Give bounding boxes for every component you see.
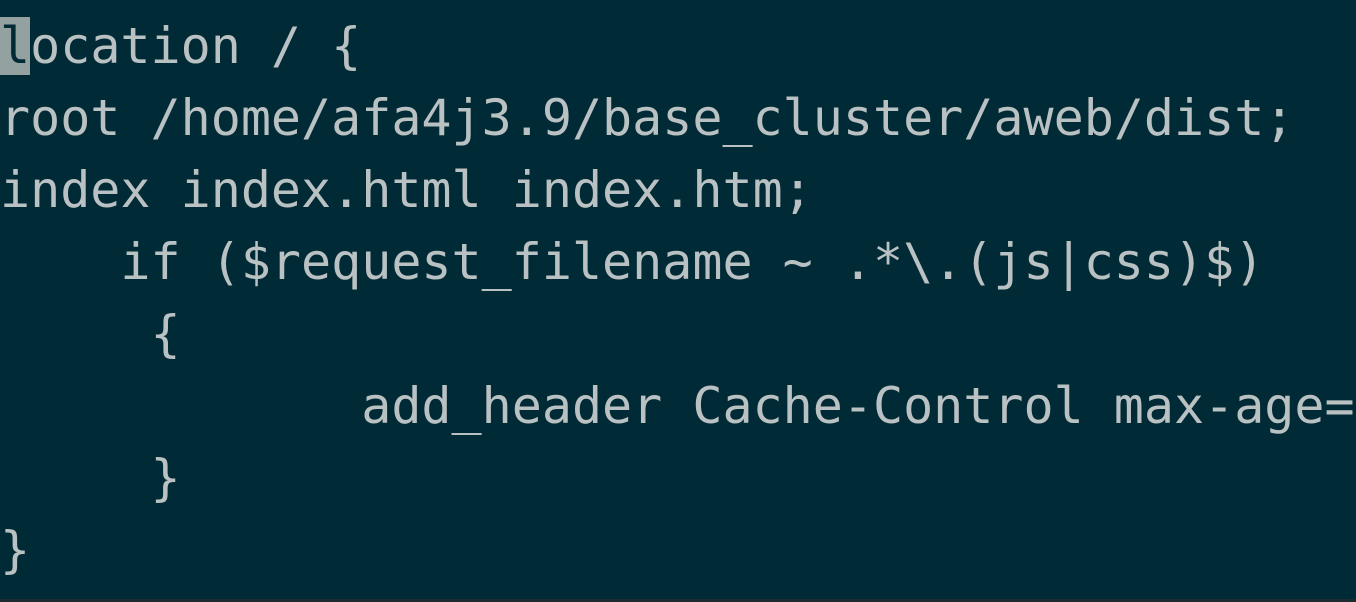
code-line: {	[0, 305, 181, 363]
code-line: index index.html index.htm;	[0, 161, 813, 219]
text-cursor: l	[0, 17, 31, 75]
code-text: ocation / {	[30, 17, 362, 75]
terminal-editor[interactable]: location / { root /home/afa4j3.9/base_cl…	[0, 0, 1356, 602]
code-line: }	[0, 521, 31, 579]
code-line: location / {	[0, 10, 1356, 82]
code-line: if ($request_filename ~ .*\.(js|css)$)	[0, 233, 1265, 291]
code-line: add_header Cache-Control max-age=0;	[0, 377, 1356, 435]
code-line: }	[0, 449, 181, 507]
code-line: root /home/afa4j3.9/base_cluster/aweb/di…	[0, 89, 1295, 147]
